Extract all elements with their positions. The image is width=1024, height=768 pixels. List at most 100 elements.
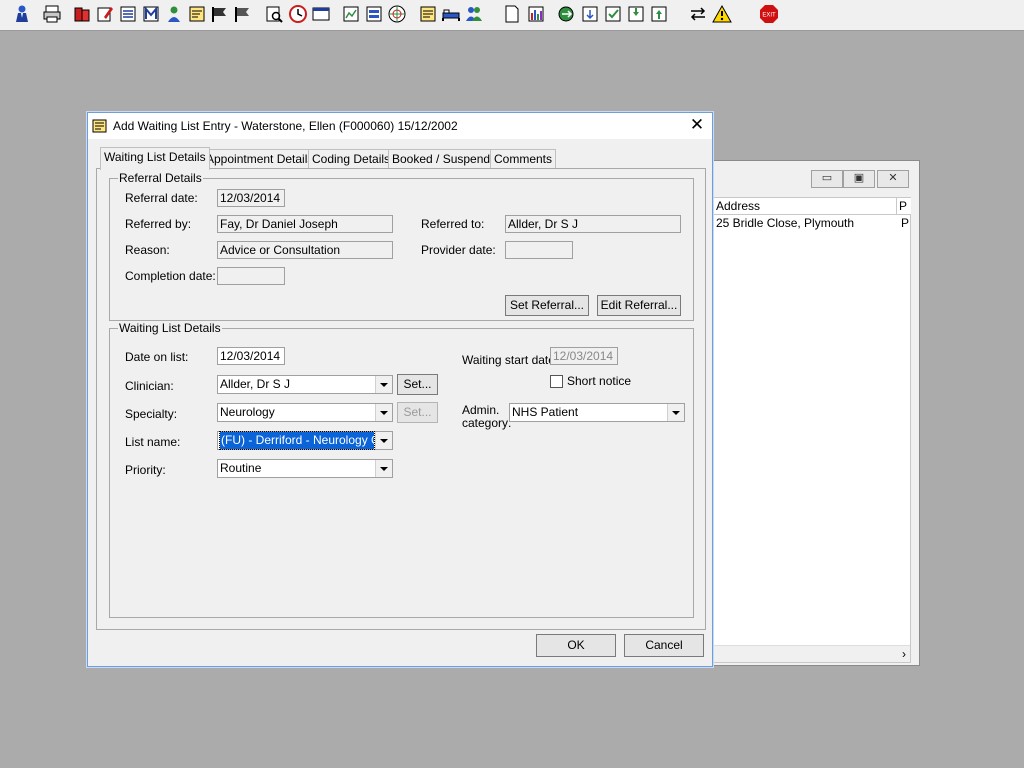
priority-select[interactable]: Routine [217, 459, 393, 478]
bed-icon[interactable] [441, 4, 461, 24]
waiting-list-details-group: Waiting List Details Date on list: 12/03… [109, 321, 694, 618]
specialty-set-button[interactable]: Set... [397, 402, 438, 423]
referred-by-field[interactable]: Fay, Dr Daniel Joseph [217, 215, 393, 233]
background-window-titlebar: ▭ ▣ ✕ [701, 161, 919, 197]
warning-icon[interactable] [712, 4, 732, 24]
waiting-start-date-field[interactable]: 12/03/2014 [550, 347, 618, 365]
clinician-value: Allder, Dr S J [220, 377, 291, 391]
close-icon[interactable]: ✕ [877, 170, 909, 188]
person-icon[interactable] [12, 4, 32, 24]
clinician-set-button[interactable]: Set... [397, 374, 438, 395]
referred-to-label: Referred to: [421, 217, 485, 231]
tab-appointment-details[interactable]: Appointment Details [202, 149, 318, 169]
m-icon[interactable] [141, 4, 161, 24]
tab-coding-details[interactable]: Coding Details [308, 149, 395, 169]
list-icon[interactable] [118, 4, 138, 24]
bar-chart-icon[interactable] [526, 4, 546, 24]
admin-category-select[interactable]: NHS Patient [509, 403, 685, 422]
cancel-button[interactable]: Cancel [624, 634, 704, 657]
referral-details-group: Referral Details Referral date: 12/03/20… [109, 171, 694, 321]
provider-date-label: Provider date: [421, 243, 496, 257]
background-list-window: ▭ ▣ ✕ Address P 25 Bridle Close, Plymout… [700, 160, 920, 666]
short-notice-label: Short notice [567, 374, 632, 388]
specialty-label: Specialty: [125, 407, 178, 421]
horizontal-scrollbar[interactable]: › [714, 645, 910, 662]
notepad-edit-icon[interactable] [95, 4, 115, 24]
referred-by-label: Referred by: [125, 217, 192, 231]
priority-label: Priority: [125, 463, 166, 477]
minimize-button[interactable]: ▭ [811, 170, 843, 188]
close-icon[interactable]: ✕ [688, 116, 706, 134]
admin-category-label-line2: category: [462, 416, 512, 430]
flag2-icon[interactable] [233, 4, 253, 24]
column-header-p[interactable]: P [897, 198, 911, 215]
flag-icon[interactable] [210, 4, 230, 24]
table-row-address[interactable]: 25 Bridle Close, Plymouth [714, 215, 896, 231]
ok-button[interactable]: OK [536, 634, 616, 657]
sticky-note-icon[interactable] [418, 4, 438, 24]
chevron-down-icon[interactable] [375, 404, 392, 421]
tab-comments[interactable]: Comments [490, 149, 557, 169]
printer-icon[interactable] [42, 4, 62, 24]
referral-details-label: Referral Details [118, 171, 203, 185]
scroll-right-icon[interactable]: › [902, 646, 906, 662]
clinician-select[interactable]: Allder, Dr S J [217, 375, 393, 394]
list-name-value: (FU) - Derriford - Neurology OPD [219, 431, 375, 450]
chevron-down-icon[interactable] [375, 376, 392, 393]
edit-referral-button[interactable]: Edit Referral... [597, 295, 681, 316]
form-icon[interactable] [364, 4, 384, 24]
chevron-down-icon[interactable] [375, 460, 392, 477]
waiting-list-details-label: Waiting List Details [118, 321, 222, 335]
exchange-icon[interactable] [688, 4, 708, 24]
set-referral-button[interactable]: Set Referral... [505, 295, 589, 316]
add-waiting-list-dialog: Add Waiting List Entry - Waterstone, Ell… [87, 112, 713, 667]
tab-waiting-list-details[interactable]: Waiting List Details [100, 147, 210, 170]
download-doc-icon[interactable] [626, 4, 646, 24]
tab-booked-suspend[interactable]: Booked / Suspend [388, 149, 495, 169]
admin-category-label-line1: Admin. [462, 403, 500, 417]
exit-icon[interactable]: EXIT [759, 4, 779, 24]
note-icon[interactable] [187, 4, 207, 24]
restore-button[interactable]: ▣ [843, 170, 875, 188]
admin-category-value: NHS Patient [512, 405, 579, 419]
dialog-title: Add Waiting List Entry - Waterstone, Ell… [113, 119, 458, 133]
date-on-list-field[interactable]: 12/03/2014 [217, 347, 285, 365]
provider-date-field[interactable] [505, 241, 573, 259]
books-icon[interactable] [72, 4, 92, 24]
table-row-p[interactable]: P [899, 215, 911, 231]
globe-arrow-icon[interactable] [556, 4, 576, 24]
waiting-start-date-label: Waiting start date: [462, 353, 559, 367]
column-header-address[interactable]: Address [714, 198, 897, 215]
clinician-label: Clinician: [125, 379, 174, 393]
tab-panel: Referral Details Referral date: 12/03/20… [96, 168, 706, 630]
completion-date-field[interactable] [217, 267, 285, 285]
user-icon[interactable] [164, 4, 184, 24]
referral-date-field[interactable]: 12/03/2014 [217, 189, 285, 207]
dialog-titlebar: Add Waiting List Entry - Waterstone, Ell… [88, 113, 712, 139]
specialty-value: Neurology [220, 405, 275, 419]
chevron-down-icon[interactable] [375, 432, 392, 449]
reason-field[interactable]: Advice or Consultation [217, 241, 393, 259]
globe-doc-icon[interactable] [387, 4, 407, 24]
upload-doc-icon[interactable] [649, 4, 669, 24]
people-icon[interactable] [464, 4, 484, 24]
date-on-list-label: Date on list: [125, 350, 189, 364]
list-name-select[interactable]: (FU) - Derriford - Neurology OPD [217, 431, 393, 450]
priority-value: Routine [220, 461, 262, 475]
referred-to-field[interactable]: Allder, Dr S J [505, 215, 681, 233]
main-toolbar: EXIT [0, 0, 1024, 31]
chevron-down-icon[interactable] [667, 404, 684, 421]
list-name-label: List name: [125, 435, 181, 449]
short-notice-checkbox[interactable] [550, 375, 563, 388]
chart-doc-icon[interactable] [341, 4, 361, 24]
patient-list: Address P 25 Bridle Close, Plymouth P › [713, 197, 911, 663]
window-icon[interactable] [311, 4, 331, 24]
check-doc-icon[interactable] [603, 4, 623, 24]
blank-page-icon[interactable] [502, 4, 522, 24]
search-doc-icon[interactable] [264, 4, 284, 24]
specialty-select[interactable]: Neurology [217, 403, 393, 422]
clock-icon[interactable] [288, 4, 308, 24]
arrow-doc-icon[interactable] [580, 4, 600, 24]
reason-label: Reason: [125, 243, 170, 257]
completion-date-label: Completion date: [125, 269, 216, 283]
